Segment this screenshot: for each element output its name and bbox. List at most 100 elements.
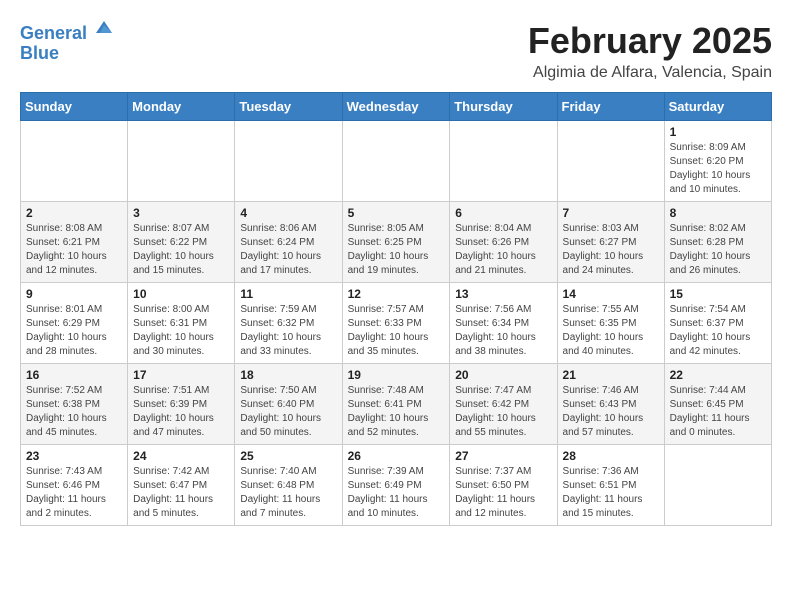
day-number: 24 <box>133 449 229 463</box>
day-cell: 12Sunrise: 7:57 AM Sunset: 6:33 PM Dayli… <box>342 283 450 364</box>
logo: General Blue <box>20 24 114 64</box>
day-cell <box>557 121 664 202</box>
day-info: Sunrise: 7:56 AM Sunset: 6:34 PM Dayligh… <box>455 303 551 359</box>
day-number: 1 <box>670 125 766 139</box>
day-cell: 1 Sunrise: 8:09 AM Sunset: 6:20 PM Daylig… <box>664 121 771 202</box>
day-cell: 15Sunrise: 7:54 AM Sunset: 6:37 PM Dayli… <box>664 283 771 364</box>
logo-text: General <box>20 24 114 44</box>
day-number: 20 <box>455 368 551 382</box>
day-number: 28 <box>563 449 659 463</box>
day-info: Sunrise: 8:08 AM Sunset: 6:21 PM Dayligh… <box>26 222 122 278</box>
day-cell: 3 Sunrise: 8:07 AM Sunset: 6:22 PM Daylig… <box>128 202 235 283</box>
day-info: Sunrise: 7:37 AM Sunset: 6:50 PM Dayligh… <box>455 465 551 521</box>
day-number: 5 <box>348 206 445 220</box>
day-number: 17 <box>133 368 229 382</box>
day-cell: 24 Sunrise: 7:42 AM Sunset: 6:47 PM Dayli… <box>128 445 235 526</box>
day-number: 27 <box>455 449 551 463</box>
week-row-1: 1 Sunrise: 8:09 AM Sunset: 6:20 PM Daylig… <box>21 121 772 202</box>
day-number: 26 <box>348 449 445 463</box>
day-number: 2 <box>26 206 122 220</box>
day-cell: 19 Sunrise: 7:48 AM Sunset: 6:41 PM Dayli… <box>342 364 450 445</box>
day-number: 7 <box>563 206 659 220</box>
day-cell: 7 Sunrise: 8:03 AM Sunset: 6:27 PM Daylig… <box>557 202 664 283</box>
day-cell <box>342 121 450 202</box>
header: General Blue February 2025 Algimia de Al… <box>20 20 772 82</box>
day-cell: 18 Sunrise: 7:50 AM Sunset: 6:40 PM Dayli… <box>235 364 342 445</box>
week-row-4: 16 Sunrise: 7:52 AM Sunset: 6:38 PM Dayli… <box>21 364 772 445</box>
day-cell: 25 Sunrise: 7:40 AM Sunset: 6:48 PM Dayli… <box>235 445 342 526</box>
day-number: 4 <box>240 206 336 220</box>
day-number: 23 <box>26 449 122 463</box>
day-cell: 6 Sunrise: 8:04 AM Sunset: 6:26 PM Daylig… <box>450 202 557 283</box>
day-number: 15 <box>670 287 766 301</box>
week-row-5: 23Sunrise: 7:43 AM Sunset: 6:46 PM Dayli… <box>21 445 772 526</box>
day-info: Sunrise: 7:47 AM Sunset: 6:42 PM Dayligh… <box>455 384 551 440</box>
day-cell: 2 Sunrise: 8:08 AM Sunset: 6:21 PM Daylig… <box>21 202 128 283</box>
day-info: Sunrise: 7:42 AM Sunset: 6:47 PM Dayligh… <box>133 465 229 521</box>
day-cell: 9 Sunrise: 8:01 AM Sunset: 6:29 PM Daylig… <box>21 283 128 364</box>
weekday-header-tuesday: Tuesday <box>235 93 342 121</box>
day-number: 19 <box>348 368 445 382</box>
week-row-3: 9 Sunrise: 8:01 AM Sunset: 6:29 PM Daylig… <box>21 283 772 364</box>
day-info: Sunrise: 8:07 AM Sunset: 6:22 PM Dayligh… <box>133 222 229 278</box>
day-number: 22 <box>670 368 766 382</box>
day-number: 8 <box>670 206 766 220</box>
day-cell: 23Sunrise: 7:43 AM Sunset: 6:46 PM Dayli… <box>21 445 128 526</box>
day-cell: 16 Sunrise: 7:52 AM Sunset: 6:38 PM Dayli… <box>21 364 128 445</box>
weekday-header-wednesday: Wednesday <box>342 93 450 121</box>
day-number: 18 <box>240 368 336 382</box>
day-info: Sunrise: 8:01 AM Sunset: 6:29 PM Dayligh… <box>26 303 122 359</box>
weekday-header-sunday: Sunday <box>21 93 128 121</box>
day-cell <box>235 121 342 202</box>
day-info: Sunrise: 7:36 AM Sunset: 6:51 PM Dayligh… <box>563 465 659 521</box>
day-cell <box>21 121 128 202</box>
day-info: Sunrise: 7:55 AM Sunset: 6:35 PM Dayligh… <box>563 303 659 359</box>
weekday-header-saturday: Saturday <box>664 93 771 121</box>
day-cell: 28 Sunrise: 7:36 AM Sunset: 6:51 PM Dayli… <box>557 445 664 526</box>
day-cell: 26 Sunrise: 7:39 AM Sunset: 6:49 PM Dayli… <box>342 445 450 526</box>
day-cell <box>128 121 235 202</box>
day-info: Sunrise: 8:05 AM Sunset: 6:25 PM Dayligh… <box>348 222 445 278</box>
day-info: Sunrise: 7:40 AM Sunset: 6:48 PM Dayligh… <box>240 465 336 521</box>
day-info: Sunrise: 7:44 AM Sunset: 6:45 PM Dayligh… <box>670 384 766 440</box>
day-cell: 21 Sunrise: 7:46 AM Sunset: 6:43 PM Dayli… <box>557 364 664 445</box>
logo-icon <box>94 19 114 39</box>
day-info: Sunrise: 7:46 AM Sunset: 6:43 PM Dayligh… <box>563 384 659 440</box>
day-cell: 20 Sunrise: 7:47 AM Sunset: 6:42 PM Dayli… <box>450 364 557 445</box>
day-cell: 14Sunrise: 7:55 AM Sunset: 6:35 PM Dayli… <box>557 283 664 364</box>
day-number: 11 <box>240 287 336 301</box>
day-info: Sunrise: 7:50 AM Sunset: 6:40 PM Dayligh… <box>240 384 336 440</box>
day-number: 16 <box>26 368 122 382</box>
day-cell: 10Sunrise: 8:00 AM Sunset: 6:31 PM Dayli… <box>128 283 235 364</box>
day-cell: 17Sunrise: 7:51 AM Sunset: 6:39 PM Dayli… <box>128 364 235 445</box>
day-cell: 5 Sunrise: 8:05 AM Sunset: 6:25 PM Daylig… <box>342 202 450 283</box>
day-info: Sunrise: 7:39 AM Sunset: 6:49 PM Dayligh… <box>348 465 445 521</box>
day-cell <box>664 445 771 526</box>
day-info: Sunrise: 8:00 AM Sunset: 6:31 PM Dayligh… <box>133 303 229 359</box>
day-info: Sunrise: 7:52 AM Sunset: 6:38 PM Dayligh… <box>26 384 122 440</box>
day-cell: 27 Sunrise: 7:37 AM Sunset: 6:50 PM Dayli… <box>450 445 557 526</box>
day-info: Sunrise: 8:06 AM Sunset: 6:24 PM Dayligh… <box>240 222 336 278</box>
day-number: 21 <box>563 368 659 382</box>
day-info: Sunrise: 7:48 AM Sunset: 6:41 PM Dayligh… <box>348 384 445 440</box>
day-info: Sunrise: 8:04 AM Sunset: 6:26 PM Dayligh… <box>455 222 551 278</box>
day-number: 12 <box>348 287 445 301</box>
day-info: Sunrise: 8:09 AM Sunset: 6:20 PM Dayligh… <box>670 141 766 197</box>
day-cell: 4 Sunrise: 8:06 AM Sunset: 6:24 PM Daylig… <box>235 202 342 283</box>
day-number: 3 <box>133 206 229 220</box>
day-info: Sunrise: 8:03 AM Sunset: 6:27 PM Dayligh… <box>563 222 659 278</box>
calendar-subtitle: Algimia de Alfara, Valencia, Spain <box>528 64 772 82</box>
day-cell: 11Sunrise: 7:59 AM Sunset: 6:32 PM Dayli… <box>235 283 342 364</box>
day-number: 9 <box>26 287 122 301</box>
day-number: 6 <box>455 206 551 220</box>
calendar-table: SundayMondayTuesdayWednesdayThursdayFrid… <box>20 92 772 526</box>
weekday-header-thursday: Thursday <box>450 93 557 121</box>
day-cell: 13Sunrise: 7:56 AM Sunset: 6:34 PM Dayli… <box>450 283 557 364</box>
title-block: February 2025 Algimia de Alfara, Valenci… <box>528 20 772 82</box>
day-cell: 22 Sunrise: 7:44 AM Sunset: 6:45 PM Dayli… <box>664 364 771 445</box>
day-info: Sunrise: 8:02 AM Sunset: 6:28 PM Dayligh… <box>670 222 766 278</box>
week-row-2: 2 Sunrise: 8:08 AM Sunset: 6:21 PM Daylig… <box>21 202 772 283</box>
logo-text2: Blue <box>20 44 114 64</box>
day-cell: 8 Sunrise: 8:02 AM Sunset: 6:28 PM Daylig… <box>664 202 771 283</box>
day-number: 25 <box>240 449 336 463</box>
